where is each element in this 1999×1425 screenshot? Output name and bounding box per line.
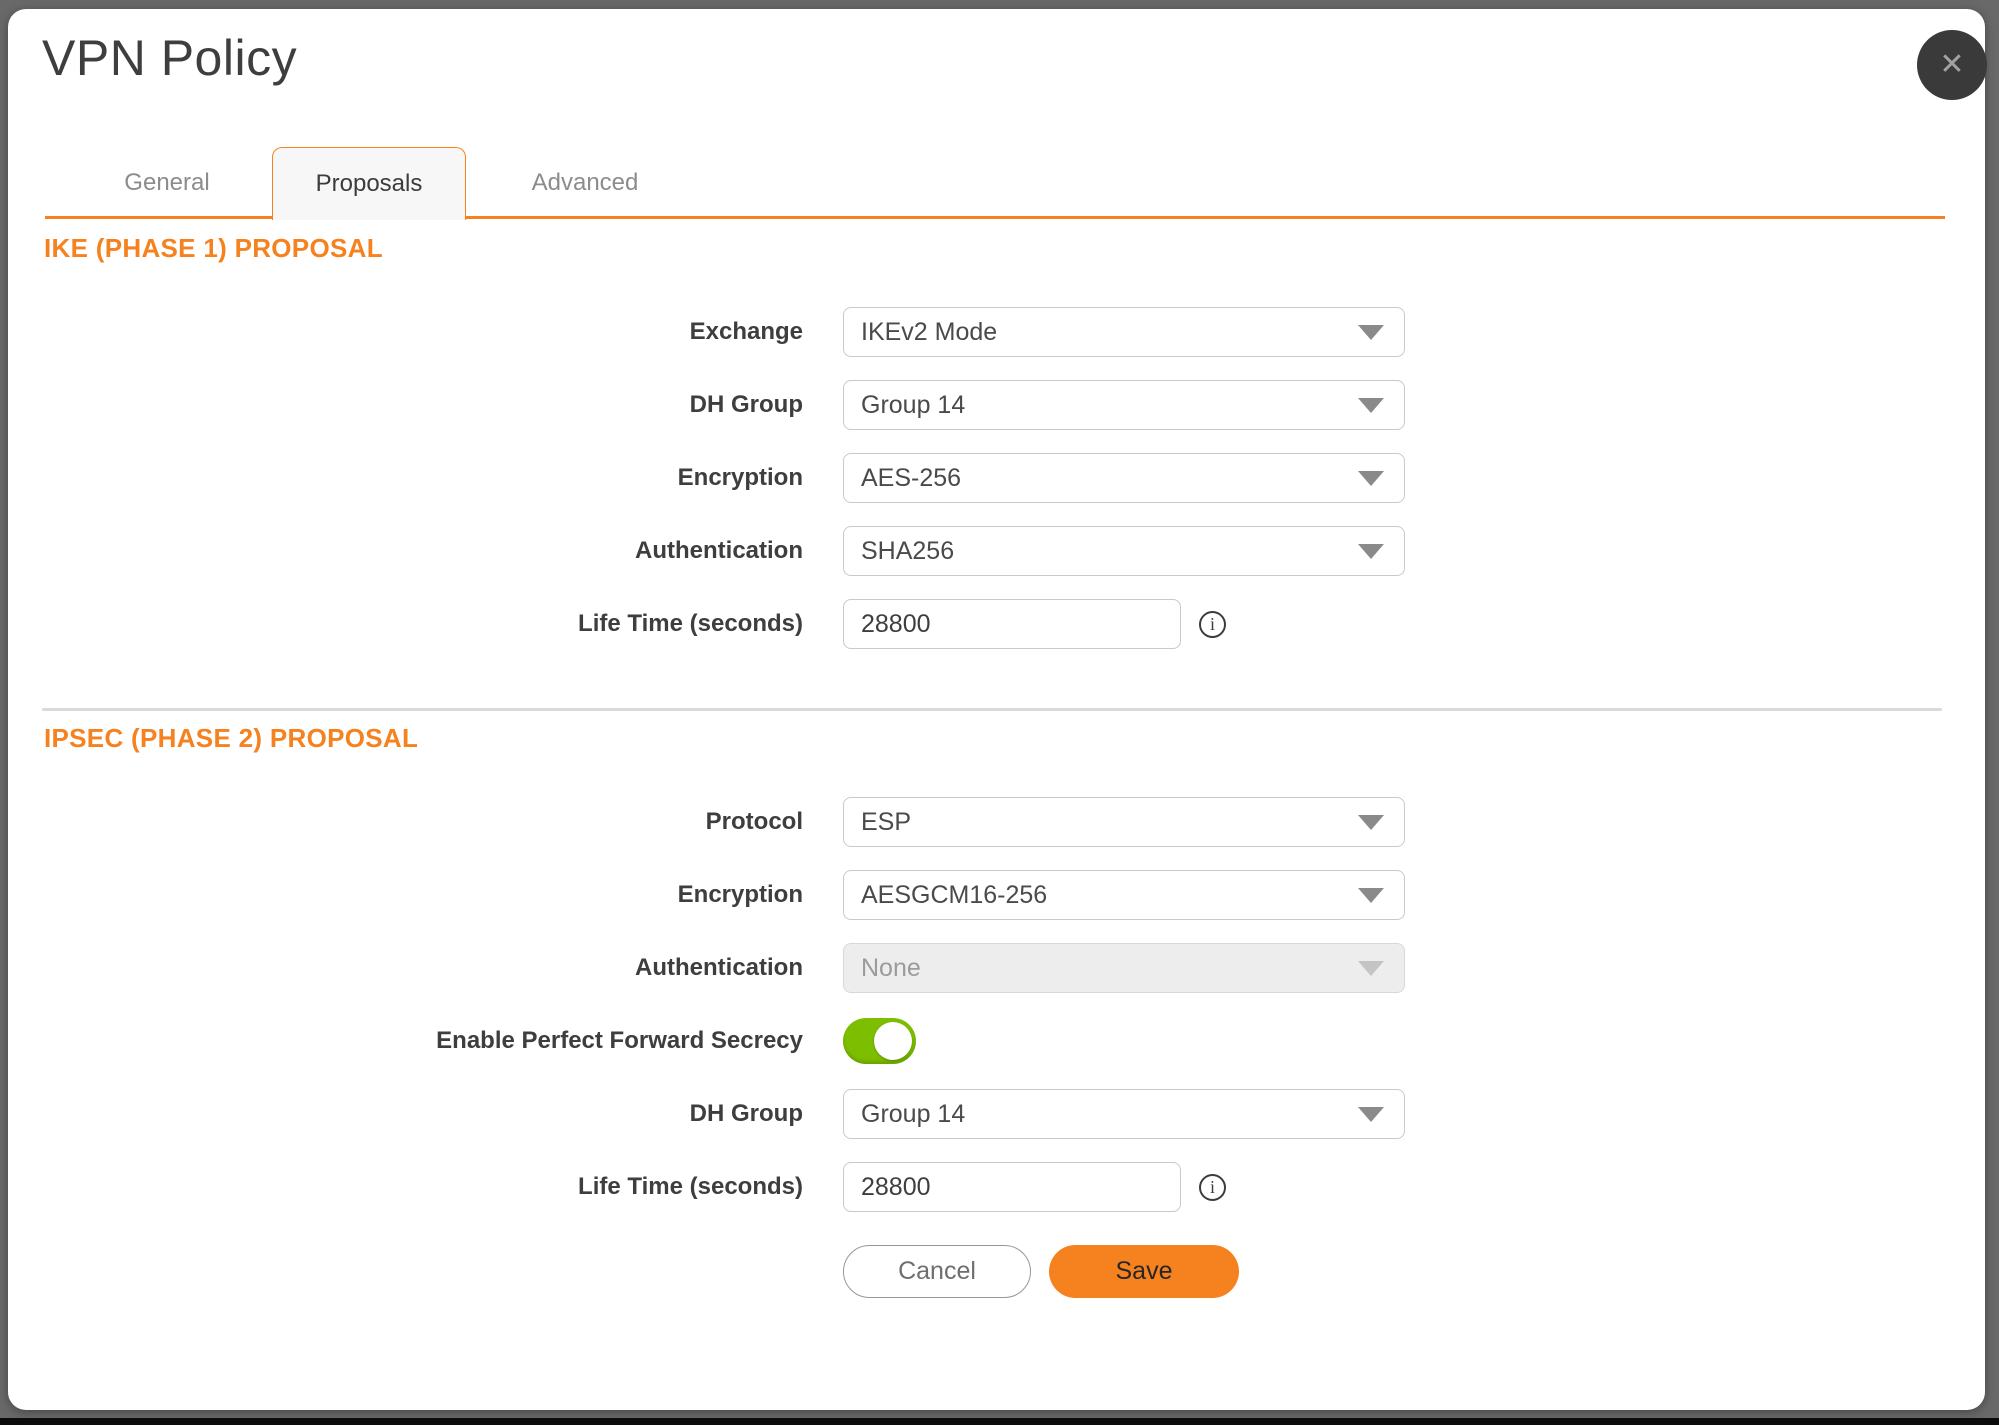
section-divider	[42, 708, 1942, 711]
life-time2-label: Life Time (seconds)	[8, 1173, 803, 1201]
dh-group2-select[interactable]: Group 14	[843, 1089, 1405, 1139]
life-time2-row: Life Time (seconds) i	[8, 1162, 1985, 1212]
encryption-row: Encryption AES-256	[8, 453, 1985, 503]
encryption-label: Encryption	[8, 464, 803, 492]
vpn-policy-dialog: VPN Policy General Proposals Advanced IK…	[8, 9, 1985, 1410]
tab-advanced[interactable]: Advanced	[488, 147, 682, 219]
protocol-label: Protocol	[8, 808, 803, 836]
pfs-row: Enable Perfect Forward Secrecy	[8, 1016, 1985, 1066]
dh-group2-selected-value: Group 14	[861, 1100, 965, 1129]
info-icon-glyph: i	[1210, 614, 1215, 635]
ike-phase1-heading: IKE (PHASE 1) PROPOSAL	[44, 233, 383, 264]
chevron-down-icon	[1358, 398, 1384, 413]
dh-group-label: DH Group	[8, 391, 803, 419]
authentication2-row: Authentication None	[8, 943, 1985, 993]
protocol-row: Protocol ESP	[8, 797, 1985, 847]
life-time-input[interactable]	[843, 599, 1181, 649]
info-icon-glyph: i	[1210, 1177, 1215, 1198]
encryption-select[interactable]: AES-256	[843, 453, 1405, 503]
info-icon[interactable]: i	[1199, 1174, 1226, 1201]
tab-general[interactable]: General	[70, 147, 264, 219]
chevron-down-icon	[1358, 815, 1384, 830]
encryption2-row: Encryption AESGCM16-256	[8, 870, 1985, 920]
encryption-selected-value: AES-256	[861, 464, 961, 493]
dh-group-selected-value: Group 14	[861, 391, 965, 420]
toggle-knob	[874, 1022, 912, 1060]
dh-group2-row: DH Group Group 14	[8, 1089, 1985, 1139]
encryption2-selected-value: AESGCM16-256	[861, 881, 1047, 910]
close-icon: ✕	[1939, 50, 1964, 80]
exchange-row: Exchange IKEv2 Mode	[8, 307, 1985, 357]
close-button[interactable]: ✕	[1917, 30, 1987, 100]
authentication2-select-disabled: None	[843, 943, 1405, 993]
dh-group-select[interactable]: Group 14	[843, 380, 1405, 430]
exchange-select[interactable]: IKEv2 Mode	[843, 307, 1405, 357]
cancel-button[interactable]: Cancel	[843, 1245, 1031, 1298]
authentication-row: Authentication SHA256	[8, 526, 1985, 576]
authentication2-label: Authentication	[8, 954, 803, 982]
ipsec-phase2-form: Protocol ESP Encryption AESGCM16-256 Aut…	[8, 797, 1985, 1235]
pfs-toggle[interactable]	[843, 1018, 916, 1064]
ike-phase1-form: Exchange IKEv2 Mode DH Group Group 14 En…	[8, 307, 1985, 672]
chevron-down-icon	[1358, 544, 1384, 559]
life-time-label: Life Time (seconds)	[8, 610, 803, 638]
life-time2-input[interactable]	[843, 1162, 1181, 1212]
encryption2-label: Encryption	[8, 881, 803, 909]
life-time-row: Life Time (seconds) i	[8, 599, 1985, 649]
dh-group2-label: DH Group	[8, 1100, 803, 1128]
encryption2-select[interactable]: AESGCM16-256	[843, 870, 1405, 920]
exchange-label: Exchange	[8, 318, 803, 346]
pfs-label: Enable Perfect Forward Secrecy	[8, 1027, 803, 1055]
authentication2-selected-value: None	[861, 954, 921, 983]
chevron-down-icon	[1358, 1107, 1384, 1122]
chevron-down-icon	[1358, 961, 1384, 976]
ipsec-phase2-heading: IPSEC (PHASE 2) PROPOSAL	[44, 723, 418, 754]
protocol-selected-value: ESP	[861, 808, 911, 837]
save-button[interactable]: Save	[1049, 1245, 1239, 1298]
tab-bar: General Proposals Advanced	[8, 147, 1985, 220]
tab-proposals[interactable]: Proposals	[272, 147, 466, 220]
exchange-selected-value: IKEv2 Mode	[861, 318, 997, 347]
authentication-label: Authentication	[8, 537, 803, 565]
chevron-down-icon	[1358, 888, 1384, 903]
window-bottom-edge	[0, 1418, 1999, 1425]
chevron-down-icon	[1358, 325, 1384, 340]
protocol-select[interactable]: ESP	[843, 797, 1405, 847]
chevron-down-icon	[1358, 471, 1384, 486]
authentication-select[interactable]: SHA256	[843, 526, 1405, 576]
dh-group-row: DH Group Group 14	[8, 380, 1985, 430]
dialog-footer: Cancel Save	[843, 1245, 1239, 1298]
authentication-selected-value: SHA256	[861, 537, 954, 566]
info-icon[interactable]: i	[1199, 611, 1226, 638]
page-title: VPN Policy	[42, 29, 297, 87]
